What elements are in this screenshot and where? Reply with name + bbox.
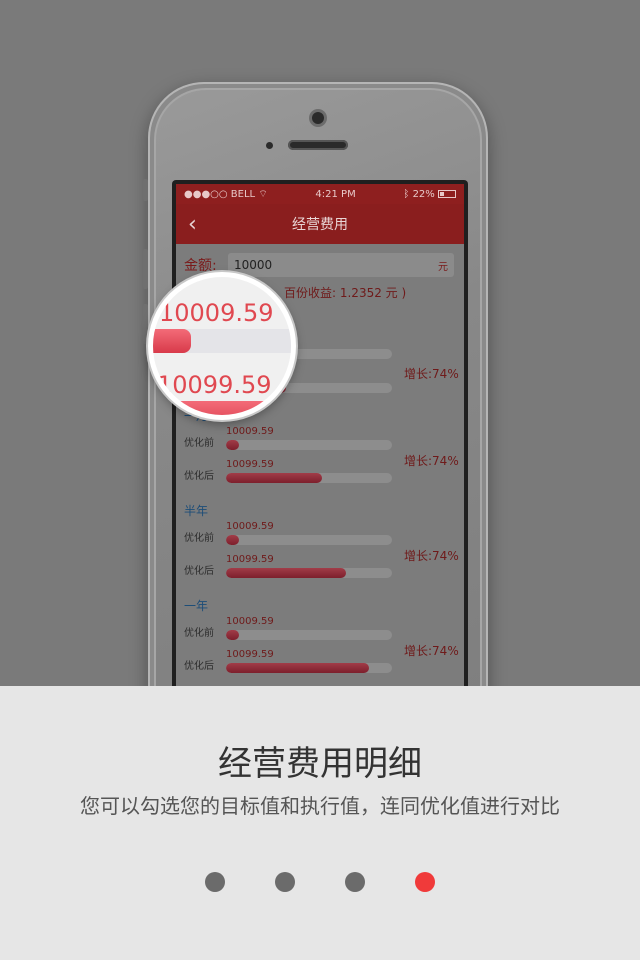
- amount-value: 10000: [234, 258, 273, 272]
- comparison-group: 优化前 10009.59 优化后 10099.59 增长:74%: [176, 521, 464, 587]
- comparison-group: 优化前 10009.59 优化后 10099.59 增长:74%: [176, 616, 464, 682]
- page-dot[interactable]: [205, 872, 225, 892]
- after-value: 10099.59: [226, 649, 274, 660]
- after-bar-fill: [226, 568, 346, 578]
- before-value: 10009.59: [226, 521, 274, 532]
- before-bar-track: [226, 535, 392, 545]
- magnified-after-value: 10099.59: [157, 371, 272, 399]
- nav-bar: ‹ 经营费用: [176, 204, 464, 244]
- after-bar-track: [226, 568, 392, 578]
- magnified-before-value: 10009.59: [159, 299, 274, 327]
- page-title: 经营费用: [292, 217, 348, 233]
- feature-panel: 经营费用明细 您可以勾选您的目标值和执行值，连同优化值进行对比: [0, 686, 640, 960]
- before-value: 10009.59: [226, 616, 274, 627]
- amount-unit: 元: [438, 261, 448, 273]
- page-dot-active[interactable]: [415, 872, 435, 892]
- magnified-bar-track: [153, 329, 291, 353]
- after-bar-fill: [226, 473, 323, 483]
- growth-label: 增长:74%: [404, 454, 459, 468]
- before-label: 优化前: [184, 628, 214, 639]
- page-dot[interactable]: [345, 872, 365, 892]
- app-screen: ●●●○○ BELL ⌔ 4:21 PM ᛒ 22% ‹ 经营费用 金额: 10…: [176, 184, 464, 720]
- feature-title: 经营费用明细: [218, 744, 422, 784]
- before-bar-fill: [226, 535, 240, 545]
- status-time: 4:21 PM: [315, 188, 356, 200]
- before-label: 优化前: [184, 438, 214, 449]
- chevron-left-icon[interactable]: ‹: [188, 212, 197, 237]
- group-title: 一年: [184, 599, 209, 613]
- bluetooth-icon: ᛒ: [403, 188, 410, 200]
- battery-icon: [437, 189, 456, 198]
- after-bar-fill: [226, 663, 369, 673]
- proximity-sensor: [266, 142, 273, 149]
- front-camera-icon: [312, 112, 324, 124]
- before-bar-track: [226, 440, 392, 450]
- growth-label: 增长:74%: [404, 549, 459, 563]
- earpiece-speaker: [288, 140, 348, 150]
- after-value: 10099.59: [226, 554, 274, 565]
- volume-down-button: [143, 304, 148, 344]
- wifi-icon: ⌔: [258, 188, 268, 200]
- group-title: 半年: [184, 504, 209, 518]
- growth-label: 增长:74%: [404, 367, 459, 381]
- volume-up-button: [143, 249, 148, 289]
- phone-screen: ●●●○○ BELL ⌔ 4:21 PM ᛒ 22% ‹ 经营费用 金额: 10…: [172, 180, 468, 720]
- comparison-group: 优化前 10009.59 优化后 10099.59 增长:74%: [176, 426, 464, 492]
- mute-switch: [143, 179, 148, 201]
- before-value: 10009.59: [226, 426, 274, 437]
- before-bar-track: [226, 630, 392, 640]
- comparison-groups: 一月 优化前 10009.59 优化后 10099.59 增长:74% 半年 优化前 10009…: [176, 407, 464, 682]
- magnified-bar-fill: [153, 329, 192, 353]
- page-indicator: [0, 872, 640, 894]
- after-bar-track: [226, 473, 392, 483]
- before-label: 优化前: [184, 533, 214, 544]
- status-bar: ●●●○○ BELL ⌔ 4:21 PM ᛒ 22%: [176, 184, 464, 204]
- feature-subtitle: 您可以勾选您的目标值和执行值，连同优化值进行对比: [80, 794, 560, 818]
- phone-mockup: ●●●○○ BELL ⌔ 4:21 PM ᛒ 22% ‹ 经营费用 金额: 10…: [143, 82, 488, 782]
- battery-status: ᛒ 22%: [403, 189, 456, 200]
- carrier-label: ●●●○○ BELL ⌔: [184, 188, 268, 200]
- growth-label: 增长:74%: [404, 644, 459, 658]
- magnifier-lens: 10009.59 10099.59: [148, 272, 296, 420]
- after-label: 优化后: [184, 566, 214, 577]
- amount-input[interactable]: 10000 元: [228, 253, 454, 277]
- after-label: 优化后: [184, 471, 214, 482]
- after-label: 优化后: [184, 661, 214, 672]
- page-dot[interactable]: [275, 872, 295, 892]
- after-bar-track: [226, 663, 392, 673]
- before-bar-fill: [226, 630, 240, 640]
- after-value: 10099.59: [226, 459, 274, 470]
- before-bar-fill: [226, 440, 240, 450]
